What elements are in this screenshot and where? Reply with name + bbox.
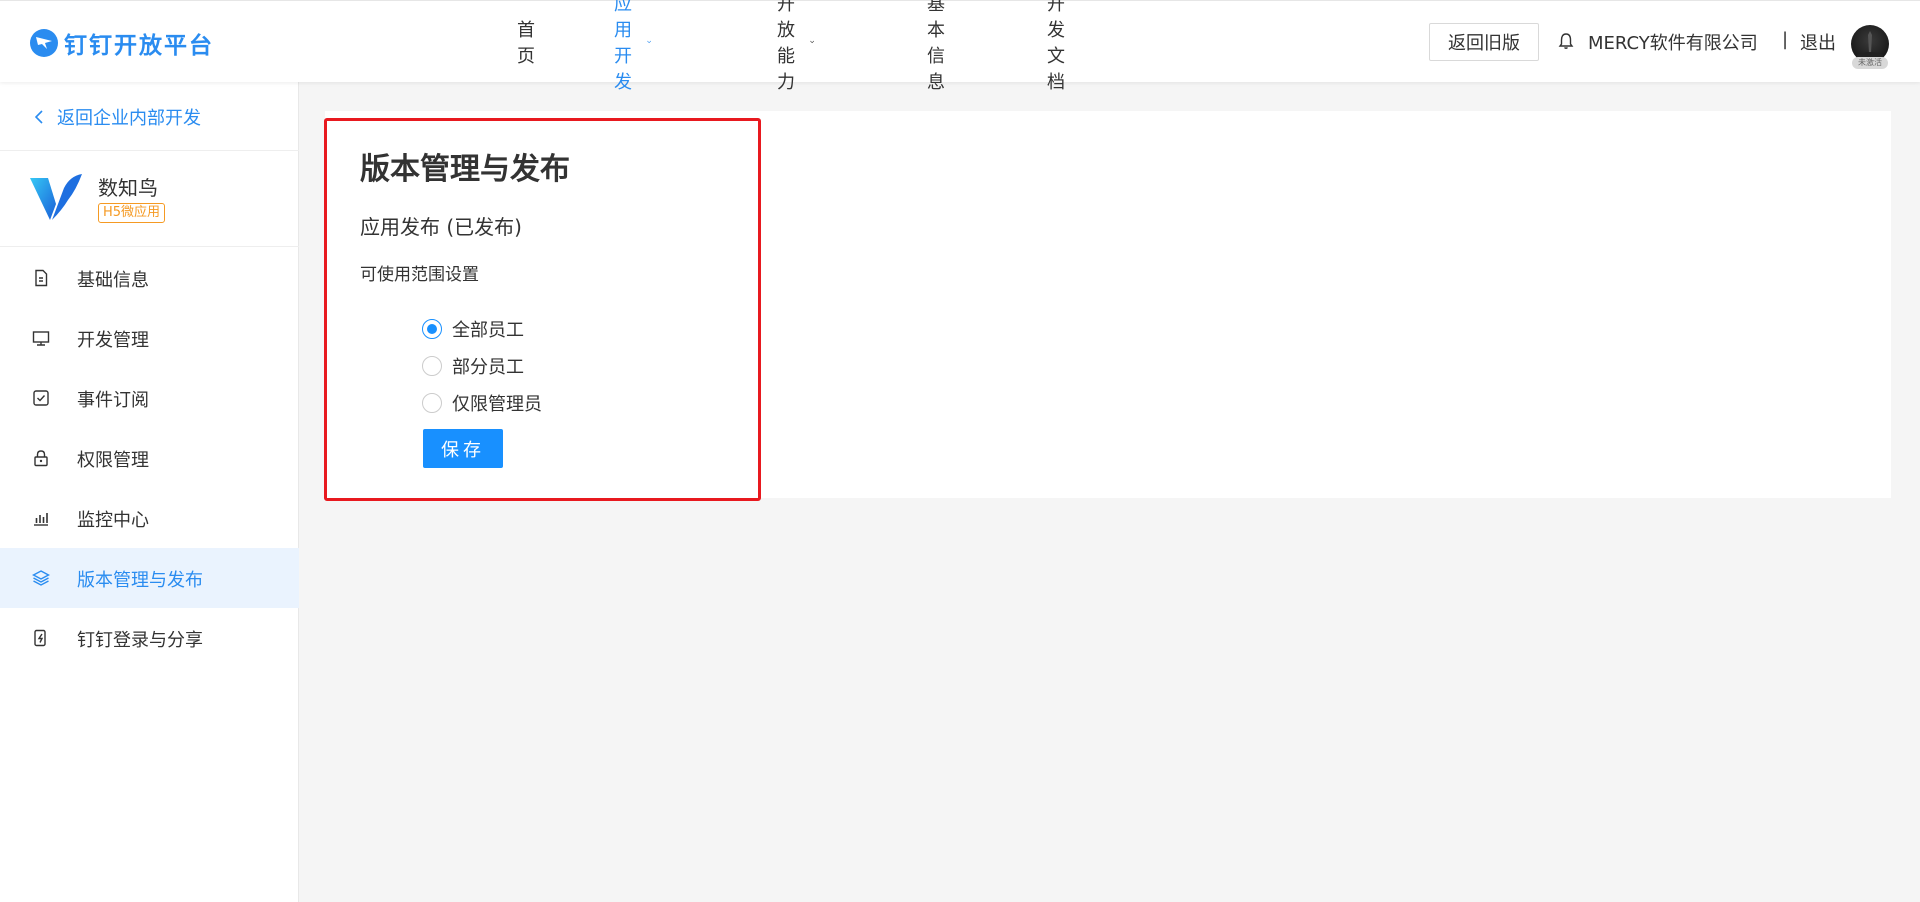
bar-chart-icon: [34, 513, 48, 526]
sidebar-menu: 基础信息 开发管理 事件订阅 权限管理 监控中心 版本管理与发布 钉钉登录与分享: [0, 248, 299, 668]
radio-all-employees[interactable]: 全部员工: [422, 316, 524, 342]
nav-dev-docs-label: 开发文档: [1047, 0, 1065, 93]
scope-setting-label: 可使用范围设置: [360, 265, 479, 285]
radio-label: 部分员工: [452, 357, 524, 378]
sidebar-item-permission[interactable]: 权限管理: [0, 428, 299, 488]
sidebar-item-label: 事件订阅: [77, 390, 149, 411]
nav-basic-info-label: 基本信息: [927, 0, 945, 93]
avatar-status-tag: 未激活: [1852, 57, 1888, 69]
sidebar-item-event-subscription[interactable]: 事件订阅: [0, 368, 299, 428]
phone-share-icon: [34, 629, 46, 647]
sidebar-item-version-release[interactable]: 版本管理与发布: [0, 548, 299, 608]
nav-app-dev-label: 应用开发: [614, 0, 632, 93]
nav-basic-info[interactable]: 基本信息: [927, 0, 945, 94]
document-icon: [35, 269, 48, 287]
sidebar-divider: [0, 246, 299, 247]
sidebar-item-label: 监控中心: [77, 510, 149, 531]
platform-logo-text: 钉钉开放平台: [64, 33, 214, 59]
nav-open-capability-label: 开放能力: [777, 0, 795, 93]
radio-label: 全部员工: [452, 320, 524, 341]
radio-button[interactable]: [422, 393, 442, 413]
nav-home[interactable]: 首页: [517, 16, 535, 68]
radio-label: 仅限管理员: [452, 394, 542, 415]
sidebar-item-label: 权限管理: [77, 450, 149, 471]
sidebar-item-basic-info[interactable]: 基础信息: [0, 248, 299, 308]
sidebar-item-label: 钉钉登录与分享: [77, 630, 203, 651]
chevron-down-icon: [809, 40, 814, 44]
header-divider: |: [1782, 29, 1789, 50]
sidebar-item-dev-management[interactable]: 开发管理: [0, 308, 299, 368]
nav-open-capability[interactable]: 开放能力: [777, 0, 814, 94]
radio-admins-only[interactable]: 仅限管理员: [422, 390, 542, 416]
chevron-left-icon: [35, 110, 43, 124]
chevron-down-icon: [646, 40, 651, 44]
return-old-version-button[interactable]: 返回旧版: [1429, 23, 1539, 61]
nav-dev-docs[interactable]: 开发文档: [1047, 0, 1065, 94]
platform-logo[interactable]: 钉钉开放平台: [30, 27, 214, 59]
app-logo-icon: [30, 174, 82, 220]
radio-button[interactable]: [422, 319, 442, 339]
logout-link[interactable]: 退出: [1800, 29, 1836, 55]
top-header: 钉钉开放平台 首页 应用开发 开放能力 基本信息 开发文档 返回旧版 MERCY…: [0, 0, 1920, 93]
sidebar-item-label: 版本管理与发布: [77, 570, 203, 591]
dingtalk-logo-icon: [30, 29, 58, 57]
sidebar-divider: [0, 150, 299, 151]
sidebar-item-login-share[interactable]: 钉钉登录与分享: [0, 608, 299, 668]
sidebar-item-label: 基础信息: [77, 270, 149, 291]
sidebar: 返回企业内部开发 数知鸟 H5微应用 基础信息 开发管理 事件订阅 权限管理 监…: [0, 82, 299, 902]
nav-home-label: 首页: [517, 20, 535, 67]
app-name: 数知鸟: [98, 176, 158, 200]
save-button[interactable]: 保存: [423, 429, 503, 468]
bell-icon[interactable]: [1558, 32, 1574, 50]
nav-app-dev[interactable]: 应用开发: [614, 0, 651, 94]
layers-icon: [32, 570, 50, 586]
radio-button[interactable]: [422, 356, 442, 376]
back-to-internal-dev-link[interactable]: 返回企业内部开发: [35, 102, 201, 132]
back-link-label: 返回企业内部开发: [57, 108, 201, 129]
lock-icon: [34, 450, 48, 467]
sidebar-item-monitor-center[interactable]: 监控中心: [0, 488, 299, 548]
sidebar-item-label: 开发管理: [77, 330, 149, 351]
radio-some-employees[interactable]: 部分员工: [422, 353, 524, 379]
app-type-badge: H5微应用: [98, 203, 166, 223]
page-title: 版本管理与发布: [360, 152, 570, 187]
monitor-icon: [32, 331, 50, 346]
event-check-icon: [33, 390, 49, 406]
release-status-title: 应用发布 (已发布): [360, 215, 522, 239]
company-name[interactable]: MERCY软件有限公司: [1588, 29, 1758, 55]
